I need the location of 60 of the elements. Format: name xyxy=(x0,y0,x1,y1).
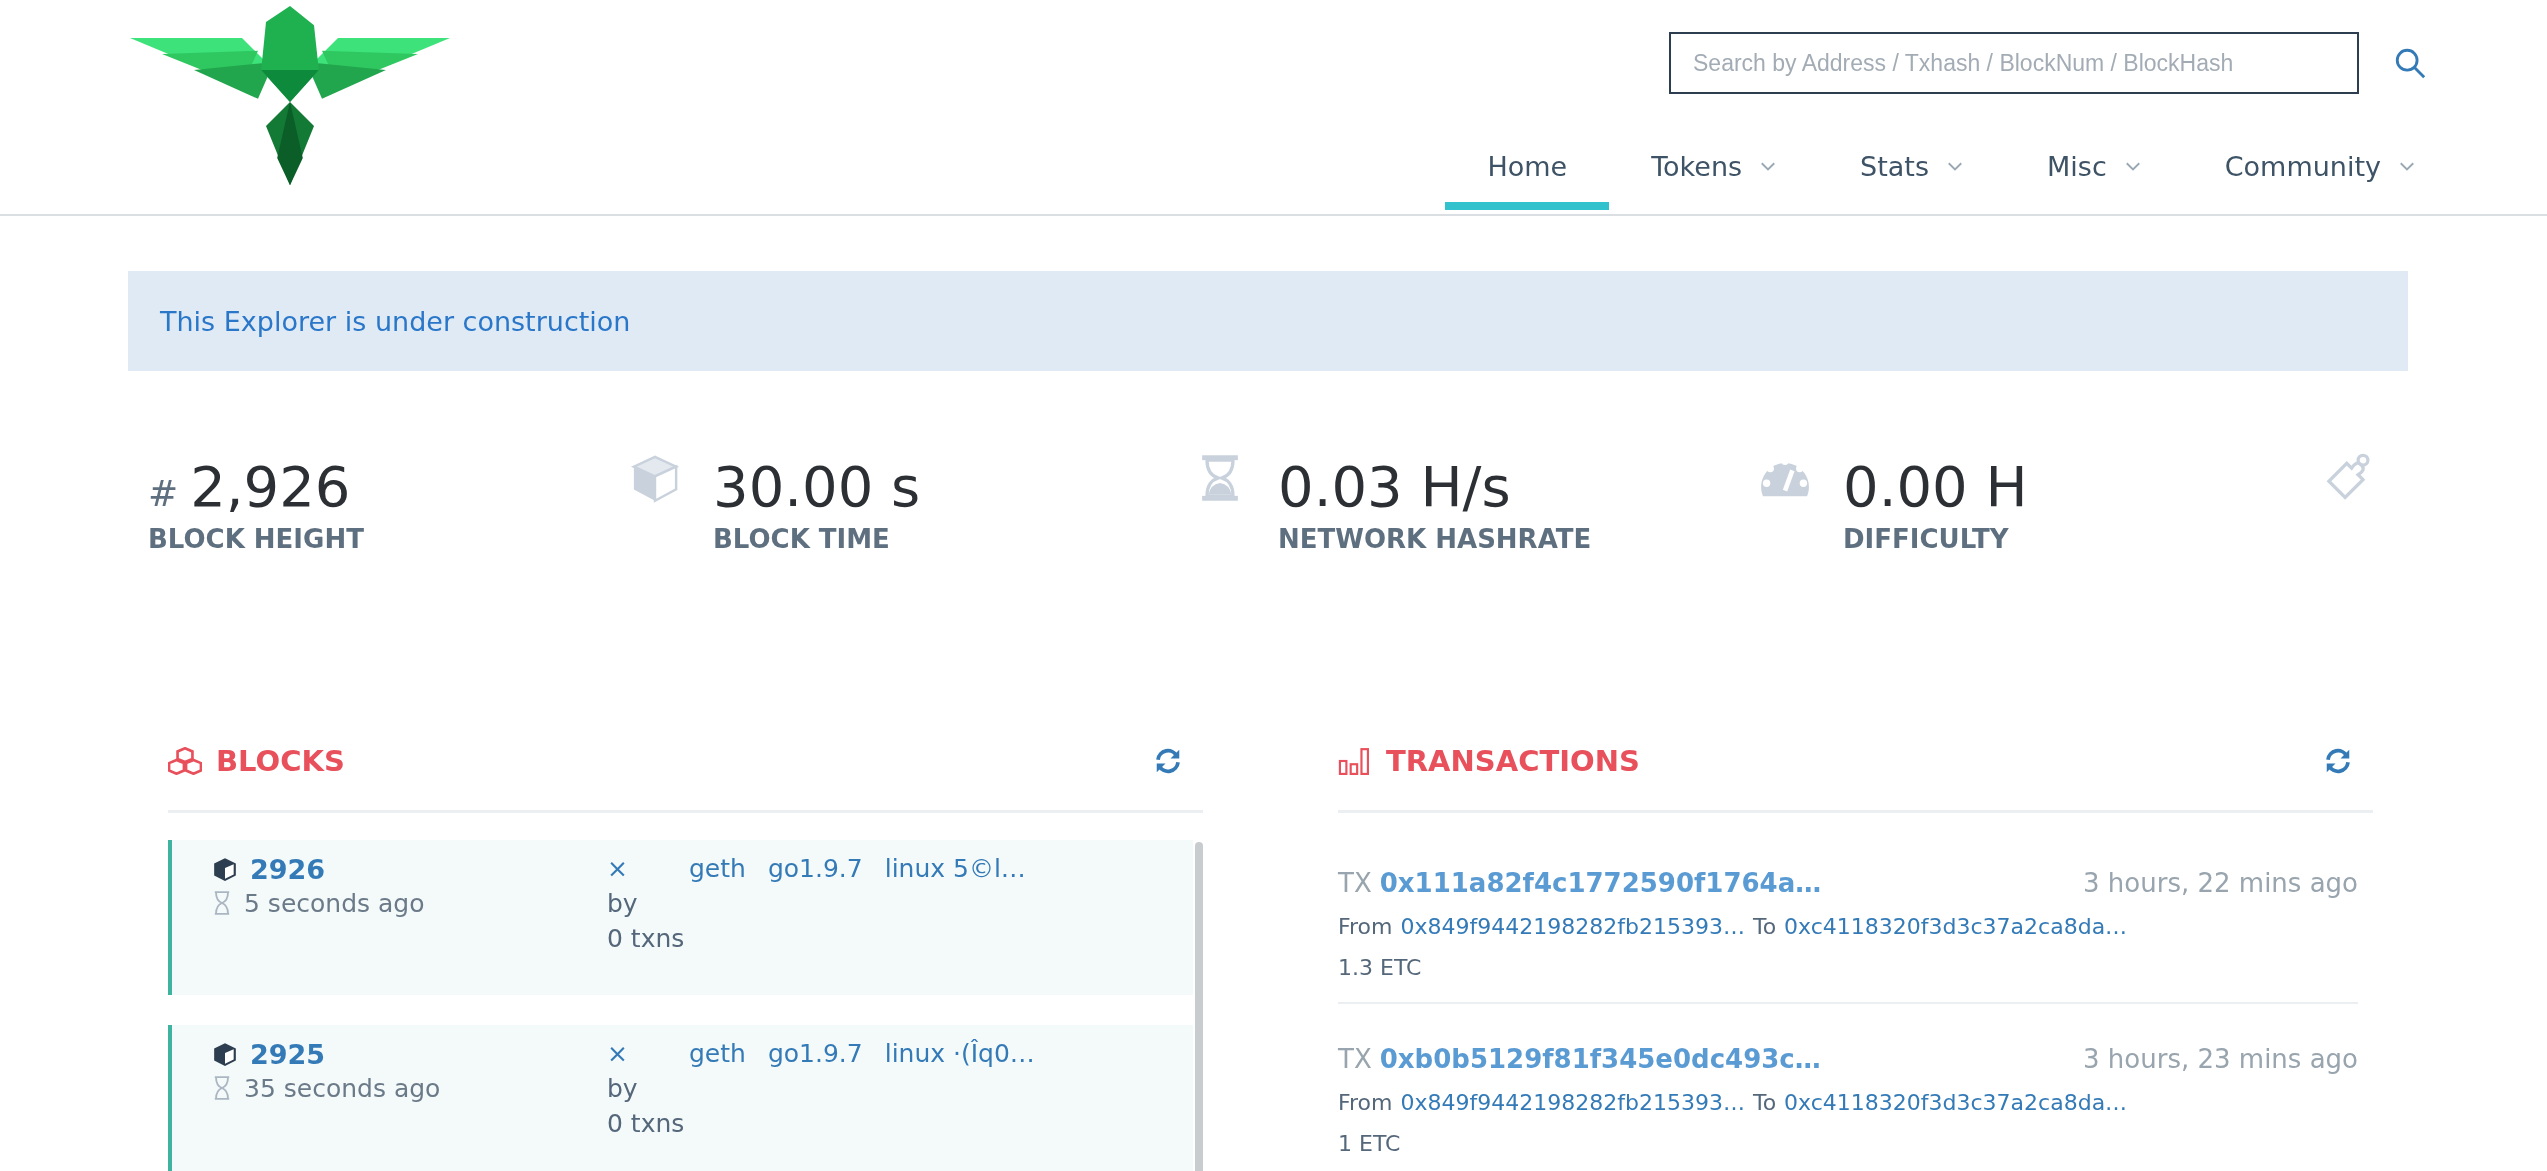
stat-value: 0.00 H xyxy=(1843,456,2028,518)
block-row[interactable]: 2926 5 seconds ago × geth go1.9.7 linux 5©l… by 0 txns xyxy=(168,839,1193,995)
client-link[interactable]: geth xyxy=(689,1038,746,1068)
client-link[interactable]: geth xyxy=(689,853,746,883)
scrollbar[interactable] xyxy=(1195,841,1203,1171)
nav-tab[interactable]: Misc xyxy=(2005,137,2183,210)
tx-age: 3 hours, 22 mins ago xyxy=(2083,867,2358,898)
panel-title: BLOCKS xyxy=(216,743,345,778)
stat-value: 30.00 s xyxy=(713,456,921,518)
tx-label: TX xyxy=(1338,867,1372,898)
stat-label: BLOCK HEIGHT xyxy=(148,523,364,554)
client-link[interactable]: go1.9.7 xyxy=(767,1038,863,1068)
stat-value: 0.03 H/s xyxy=(1278,456,1511,518)
panel-title: TRANSACTIONS xyxy=(1386,743,1640,778)
client-link[interactable]: go1.9.7 xyxy=(767,853,863,883)
from-address-link[interactable]: 0x849f9442198282fb215393… xyxy=(1400,1089,1745,1115)
hash-sign: # xyxy=(148,474,179,514)
tx-value: 1 ETC xyxy=(1338,1130,1402,1156)
block-age: 35 seconds ago xyxy=(244,1073,441,1103)
client-link[interactable]: linux 5©l… xyxy=(884,853,1026,883)
hourglass-icon xyxy=(212,1076,232,1101)
to-label: To xyxy=(1752,913,1777,939)
block-row[interactable]: 2925 35 seconds ago × geth go1.9.7 linux ·(Îq0… by 0 txns xyxy=(168,1024,1193,1171)
block-number-link[interactable]: 2925 xyxy=(250,1038,326,1070)
tx-value: 1.3 ETC xyxy=(1338,954,1423,980)
hourglass-icon xyxy=(212,891,232,916)
from-label: From xyxy=(1338,913,1393,939)
tx-label: TX xyxy=(1338,1043,1372,1074)
miner-mark: × xyxy=(607,853,629,883)
from-label: From xyxy=(1338,1089,1393,1115)
block-number-link[interactable]: 2926 xyxy=(250,853,326,885)
search-icon[interactable] xyxy=(2393,46,2427,80)
nav-tab[interactable]: Home xyxy=(1445,137,1610,210)
stat-label: BLOCK TIME xyxy=(713,523,891,554)
cube-icon xyxy=(212,856,238,883)
txn-count: 0 txns xyxy=(607,1108,686,1138)
nav-tab[interactable]: Community xyxy=(2182,137,2457,210)
txn-count: 0 txns xyxy=(607,923,686,953)
stat-label: NETWORK HASHRATE xyxy=(1278,523,1592,554)
miner-mark: × xyxy=(607,1038,629,1068)
search-field[interactable]: Search by Address / Txhash / BlockNum / BlockHash xyxy=(1669,32,2359,94)
nav-tab[interactable]: Stats xyxy=(1818,137,2005,210)
to-address-link[interactable]: 0xc4118320f3d3c37a2ca8da… xyxy=(1784,1089,2128,1115)
from-address-link[interactable]: 0x849f9442198282fb215393… xyxy=(1400,913,1745,939)
tx-hash-link[interactable]: 0x111a82f4c1772590f1764a… xyxy=(1379,867,1822,898)
banner-text: This Explorer is under construction xyxy=(160,305,631,337)
stat-value: 2,926 xyxy=(190,456,351,518)
cubes-icon xyxy=(168,746,202,775)
tx-age: 3 hours, 23 mins ago xyxy=(2083,1043,2358,1074)
stat-label: DIFFICULTY xyxy=(1843,523,2010,554)
bar-chart-icon xyxy=(1338,746,1372,775)
by-text: by xyxy=(607,1073,639,1103)
to-address-link[interactable]: 0xc4118320f3d3c37a2ca8da… xyxy=(1784,913,2128,939)
nav-tab[interactable]: Tokens xyxy=(1609,137,1819,210)
cube-icon xyxy=(212,1041,238,1068)
by-text: by xyxy=(607,888,639,918)
client-link[interactable]: linux ·(Îq0… xyxy=(884,1038,1035,1068)
to-label: To xyxy=(1752,1089,1777,1115)
tx-hash-link[interactable]: 0xb0b5129f81f345e0dc493c… xyxy=(1379,1043,1821,1074)
block-age: 5 seconds ago xyxy=(244,888,425,918)
